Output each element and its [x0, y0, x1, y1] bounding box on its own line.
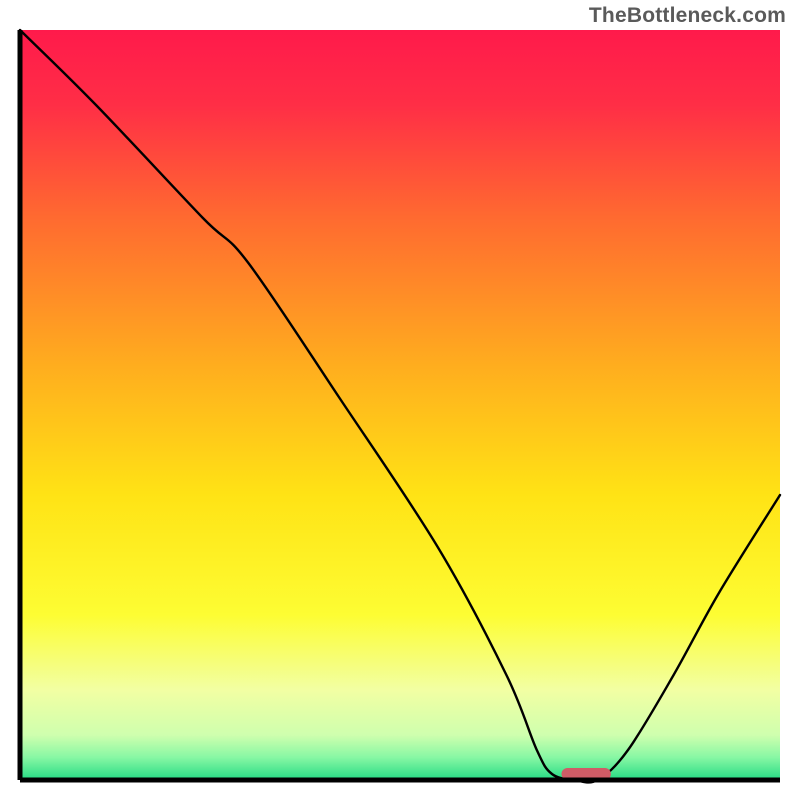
- chart-svg: [0, 0, 800, 800]
- bottleneck-chart: TheBottleneck.com: [0, 0, 800, 800]
- watermark-text: TheBottleneck.com: [589, 4, 786, 28]
- plot-background: [20, 30, 780, 780]
